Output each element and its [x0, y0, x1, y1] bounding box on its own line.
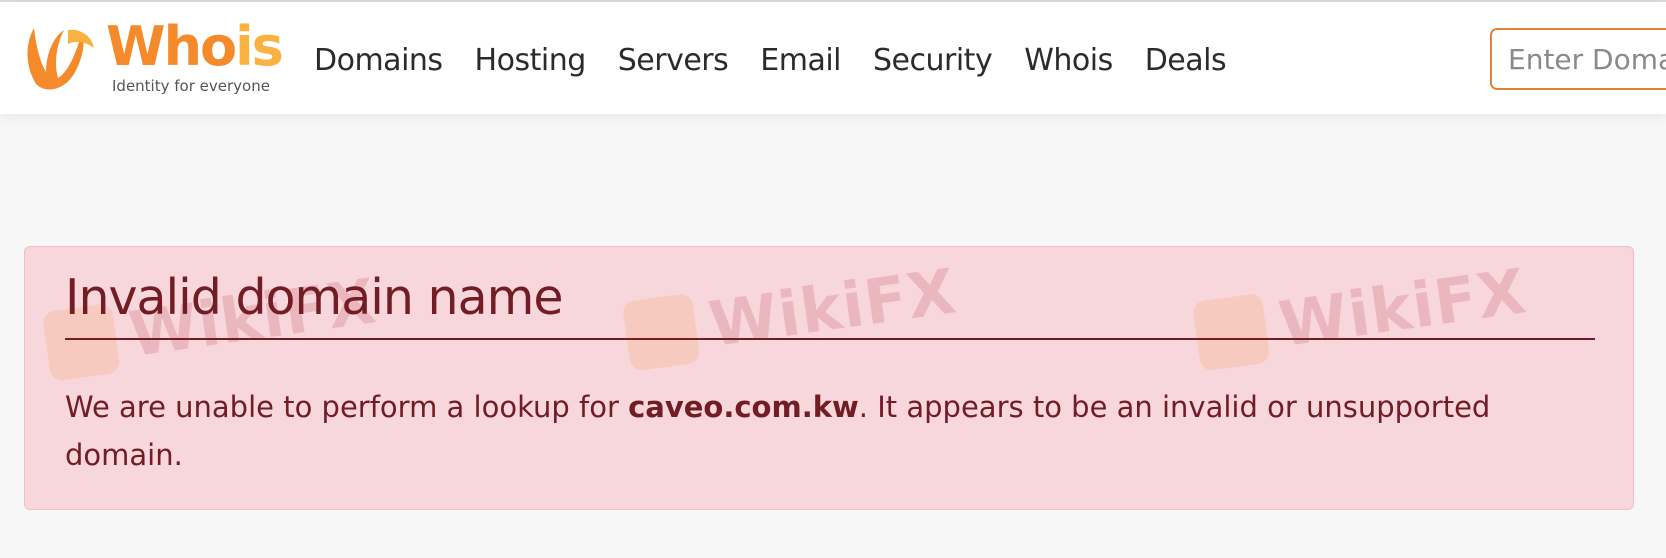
alert-message: We are unable to perform a lookup for ca…: [65, 383, 1595, 479]
nav-hosting[interactable]: Hosting: [475, 43, 587, 78]
alert-divider: [65, 338, 1595, 340]
watermark: WikiFX: [621, 254, 961, 373]
watermark-text: WikiFX: [704, 254, 961, 362]
watermark: WikiFX: [1191, 254, 1531, 373]
queried-domain: caveo.com.kw: [628, 390, 859, 424]
domain-search-input[interactable]: [1492, 30, 1666, 88]
domain-search-box: [1490, 28, 1666, 90]
nav-security[interactable]: Security: [873, 43, 993, 78]
watermark-logo-icon: [1191, 292, 1271, 372]
error-alert: WikiFX WikiFX WikiFX Invalid domain name…: [24, 246, 1634, 510]
watermark-text: WikiFX: [1274, 254, 1531, 362]
watermark-logo-icon: [621, 292, 701, 372]
site-header: Whois Identity for everyone Domains Host…: [0, 2, 1666, 114]
nav-domains[interactable]: Domains: [314, 43, 443, 78]
nav-deals[interactable]: Deals: [1145, 43, 1227, 78]
logo-tagline: Identity for everyone: [112, 77, 270, 95]
alert-title: Invalid domain name: [65, 269, 563, 326]
nav-servers[interactable]: Servers: [618, 43, 729, 78]
whois-logo[interactable]: Whois Identity for everyone: [24, 16, 284, 98]
main-nav: Domains Hosting Servers Email Security W…: [314, 36, 1227, 84]
whois-logo-icon: [27, 28, 94, 90]
logo-wordmark: Whois: [106, 15, 284, 78]
nav-email[interactable]: Email: [760, 43, 841, 78]
alert-message-prefix: We are unable to perform a lookup for: [65, 390, 629, 424]
nav-whois[interactable]: Whois: [1024, 43, 1113, 78]
